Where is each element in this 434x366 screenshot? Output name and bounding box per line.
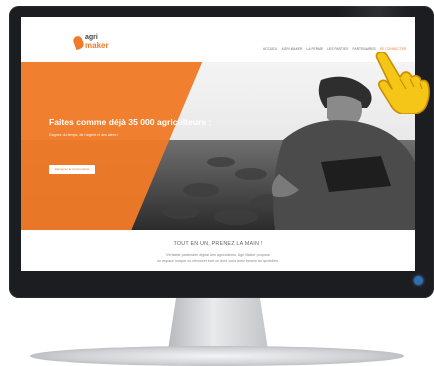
hero-title: Faites comme déjà 35 000 agriculteurs :: [49, 117, 212, 127]
power-led-icon: [414, 276, 423, 285]
logo-text: agri maker: [85, 34, 125, 50]
nav-item-les-parties[interactable]: LES PARTIES: [327, 47, 348, 51]
monitor-scene: agri maker ACCUEIL AGRI MAKER LA FERME L…: [0, 0, 434, 366]
hero-banner: Faites comme déjà 35 000 agriculteurs : …: [21, 62, 415, 230]
section-text: Véritable partenaire digital des agricul…: [118, 252, 318, 264]
nav-item-la-ferme[interactable]: LA FERME: [307, 47, 324, 51]
site-header: agri maker ACCUEIL AGRI MAKER LA FERME L…: [21, 17, 415, 63]
hero-subtitle: Gagnez du temps, de l'argent et des idée…: [49, 133, 119, 137]
main-nav: ACCUEIL AGRI MAKER LA FERME LES PARTIES …: [263, 47, 406, 51]
section-text-line-2: un espace unique où retrouver tout ce do…: [157, 259, 279, 263]
pointing-hand-icon: [375, 52, 430, 114]
leaf-logo-icon: [72, 34, 85, 51]
nav-item-se-connecter[interactable]: SE CONNECTER: [380, 47, 407, 51]
monitor-stand-base: [30, 346, 404, 366]
nav-item-agri-maker[interactable]: AGRI MAKER: [282, 47, 303, 51]
section-title: TOUT EN UN, PRENEZ LA MAIN !: [173, 241, 263, 247]
nav-item-partenaires[interactable]: PARTENAIRES: [352, 47, 375, 51]
website-screen: agri maker ACCUEIL AGRI MAKER LA FERME L…: [21, 17, 415, 271]
logo-text-agri: agri: [85, 34, 98, 41]
monitor-stand-neck: [168, 298, 268, 350]
join-community-button[interactable]: Rejoignez la communauté: [49, 165, 95, 174]
nav-item-accueil[interactable]: ACCUEIL: [263, 47, 278, 51]
logo-text-maker: maker: [85, 41, 109, 50]
intro-section: TOUT EN UN, PRENEZ LA MAIN ! Véritable p…: [21, 230, 415, 271]
